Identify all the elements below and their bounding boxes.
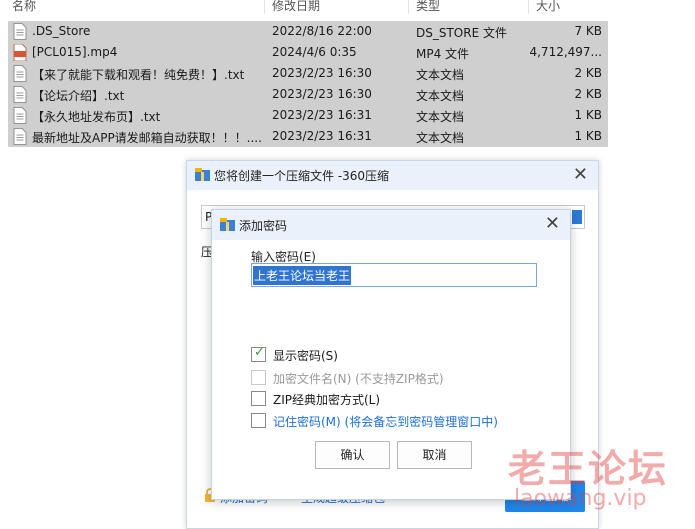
file-list: .DS_Store 2022/8/16 22:00 DS_STORE 文件 7 KB [… [8,21,608,147]
file-type: 文本文档 [416,89,465,103]
column-divider[interactable] [528,0,529,14]
document-icon [13,128,27,145]
column-header-name[interactable]: 名称 [12,0,36,14]
file-type: MP4 文件 [416,47,470,61]
file-date: 2023/2/23 16:31 [272,108,372,122]
archive-app-icon [220,218,235,231]
option-label: 记住密码(M) (将会备忘到密码管理窗口中) [273,415,498,429]
mp4-icon [13,44,27,61]
file-size: 2 KB [574,87,602,101]
file-row[interactable]: 最新地址及APP请发邮箱自动获取！！！.... 2023/2/23 16:31 文本… [8,126,608,147]
browse-icon[interactable] [572,210,582,224]
option-label: ZIP经典加密方式(L) [273,393,381,407]
file-name: .DS_Store [32,24,91,38]
password-dialog-titlebar[interactable]: 添加密码 ✕ [212,210,570,240]
file-size: 4,712,497... [529,45,602,59]
password-input[interactable]: 上老王论坛当老王 [251,263,537,287]
document-icon [13,23,27,40]
option-label: 显示密码(S) [273,349,338,363]
file-date: 2022/8/16 22:00 [272,24,372,38]
file-name: [PCL015].mp4 [32,45,118,59]
file-row[interactable]: .DS_Store 2022/8/16 22:00 DS_STORE 文件 7 KB [8,21,608,42]
file-date: 2023/2/23 16:31 [272,129,372,143]
password-dialog-title: 添加密码 [239,219,288,233]
watermark-url: laowang.vip [514,486,647,511]
file-size: 1 KB [574,108,602,122]
file-size: 2 KB [574,66,602,80]
cancel-button[interactable]: 取消 [397,441,472,469]
file-date: 2023/2/23 16:30 [272,87,372,101]
close-icon[interactable]: ✕ [545,215,560,233]
file-row[interactable]: 【永久地址发布页】.txt 2023/2/23 16:31 文本文档 1 KB [8,105,608,126]
document-icon [13,86,27,103]
checkbox[interactable] [251,391,266,406]
file-size: 1 KB [574,129,602,143]
file-name: 最新地址及APP请发邮箱自动获取！！！.... [32,131,262,145]
password-value: 上老王论坛当老王 [253,266,352,285]
file-name: 【永久地址发布页】.txt [32,110,161,124]
compress-dialog-titlebar[interactable]: 您将创建一个压缩文件 -360压缩 ✕ [187,161,598,190]
close-icon[interactable]: ✕ [573,166,588,184]
file-size: 7 KB [574,24,602,38]
document-icon [13,65,27,82]
file-date: 2024/4/6 0:35 [272,45,357,59]
file-date: 2023/2/23 16:30 [272,66,372,80]
archive-app-icon [195,168,210,181]
compress-dialog-title: 您将创建一个压缩文件 -360压缩 [214,169,390,183]
column-divider[interactable] [408,0,409,14]
checkmark-icon: ✓ [254,345,265,360]
column-header-date[interactable]: 修改日期 [272,0,320,14]
checkbox[interactable]: ✓ [251,345,266,362]
column-header-size[interactable]: 大小 [536,0,560,14]
checkbox[interactable] [251,413,266,428]
document-icon [13,107,27,124]
file-list-header: 名称 修改日期 类型 大小 [0,0,610,14]
file-name: 【论坛介绍】.txt [32,89,125,103]
column-header-type[interactable]: 类型 [416,0,440,14]
column-divider[interactable] [264,0,265,14]
watermark-logo-text: 老王论坛 [508,447,669,491]
option-label: 加密文件名(N) (不支持ZIP格式) [273,372,444,386]
file-row[interactable]: 【来了就能下载和观看！纯免费！】.txt 2023/2/23 16:30 文本文档 2… [8,63,608,84]
file-name: 【来了就能下载和观看！纯免费！】.txt [32,68,245,82]
checkbox [251,370,266,385]
ok-button[interactable]: 确认 [315,441,390,469]
file-row[interactable]: 【论坛介绍】.txt 2023/2/23 16:30 文本文档 2 KB [8,84,608,105]
file-type: 文本文档 [416,68,465,82]
file-type: 文本文档 [416,110,465,124]
file-row[interactable]: [PCL015].mp4 2024/4/6 0:35 MP4 文件 4,712,497… [8,42,608,63]
file-type: 文本文档 [416,131,465,145]
file-type: DS_STORE 文件 [416,26,507,40]
